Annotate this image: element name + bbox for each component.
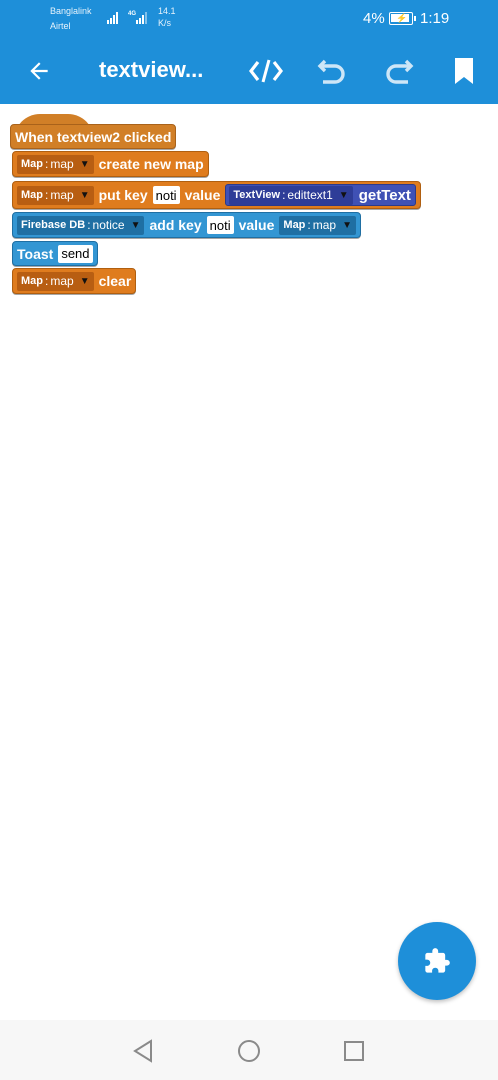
map-type-label: Map bbox=[21, 158, 43, 170]
dropdown-arrow-icon: ▼ bbox=[79, 158, 90, 170]
bookmark-button[interactable] bbox=[446, 53, 482, 89]
toast-block[interactable]: Toast send bbox=[12, 241, 98, 266]
firebase-add-key-block[interactable]: Firebase DB : notice ▼ add key noti valu… bbox=[12, 212, 361, 238]
map-var-dropdown[interactable]: Map : map ▼ bbox=[17, 154, 94, 174]
dropdown-arrow-icon: ▼ bbox=[79, 189, 90, 201]
add-block-button[interactable] bbox=[398, 922, 476, 1000]
map-value-dropdown[interactable]: Map : map ▼ bbox=[279, 215, 356, 235]
map-var-label: map bbox=[312, 218, 337, 232]
key-input[interactable]: noti bbox=[206, 216, 234, 234]
dropdown-arrow-icon: ▼ bbox=[130, 219, 141, 231]
event-label: When textview2 clicked bbox=[15, 128, 172, 145]
map-type-label: Map bbox=[283, 219, 306, 231]
dropdown-arrow-icon: ▼ bbox=[342, 219, 352, 231]
nav-recents-button[interactable] bbox=[341, 1038, 367, 1064]
back-button[interactable] bbox=[21, 53, 57, 89]
nav-recents-icon bbox=[344, 1041, 364, 1061]
bookmark-icon bbox=[455, 58, 473, 84]
key-input[interactable]: noti bbox=[152, 186, 180, 204]
map-type-label: Map bbox=[21, 189, 43, 201]
nav-home-icon bbox=[238, 1040, 260, 1062]
redo-icon bbox=[386, 59, 414, 84]
carrier-2-label: Airtel bbox=[50, 21, 71, 31]
map-clear-block[interactable]: Map : map ▼ clear bbox=[12, 268, 137, 294]
textview-var-label: edittext1 bbox=[287, 188, 333, 202]
dropdown-arrow-icon: ▼ bbox=[338, 189, 349, 201]
nav-home-button[interactable] bbox=[236, 1038, 262, 1064]
value-label: value bbox=[184, 187, 221, 203]
status-time: 1:19 bbox=[420, 10, 450, 27]
map-var-dropdown[interactable]: Map : map ▼ bbox=[17, 185, 94, 205]
undo-icon bbox=[317, 59, 345, 84]
toast-text-input[interactable]: send bbox=[58, 244, 93, 263]
firebase-dropdown[interactable]: Firebase DB : notice ▼ bbox=[17, 215, 145, 235]
code-view-button[interactable] bbox=[248, 53, 284, 89]
signal-2-icon bbox=[136, 10, 147, 24]
map-var-label: map bbox=[50, 157, 74, 171]
undo-button[interactable] bbox=[314, 53, 350, 89]
network-speed-unit: K/s bbox=[158, 18, 172, 28]
gettext-label: getText bbox=[358, 186, 411, 204]
battery-percent: 4% bbox=[363, 10, 385, 27]
map-var-dropdown[interactable]: Map : map ▼ bbox=[17, 271, 94, 291]
event-block[interactable]: When textview2 clicked bbox=[10, 124, 177, 149]
puzzle-piece-icon bbox=[425, 948, 450, 973]
carrier-1-label: Banglalink bbox=[50, 6, 92, 16]
redo-button[interactable] bbox=[381, 53, 417, 89]
create-map-label: create new map bbox=[98, 156, 204, 172]
arrow-left-icon bbox=[30, 62, 48, 80]
nav-back-button[interactable] bbox=[130, 1038, 156, 1064]
system-nav-bar bbox=[0, 1020, 498, 1080]
code-icon bbox=[249, 59, 283, 83]
value-label: value bbox=[238, 217, 275, 233]
network-speed-value: 14.1 bbox=[158, 6, 176, 16]
textview-dropdown[interactable]: TextView : edittext1 ▼ bbox=[229, 185, 353, 205]
nav-back-icon bbox=[133, 1039, 152, 1063]
toast-label: Toast bbox=[17, 245, 54, 262]
clear-label: clear bbox=[98, 273, 132, 289]
firebase-type-label: Firebase DB bbox=[21, 219, 86, 231]
textview-type-label: TextView bbox=[233, 189, 281, 201]
put-key-label: put key bbox=[98, 187, 148, 203]
page-title: textview... bbox=[99, 57, 204, 82]
textview-gettext-block[interactable]: TextView : edittext1 ▼ getText bbox=[225, 184, 416, 206]
status-bar: Banglalink Airtel 4G 14.1 K/s 4% ⚡ 1:19 bbox=[0, 0, 498, 38]
create-map-block[interactable]: Map : map ▼ create new map bbox=[12, 151, 209, 177]
battery-icon: ⚡ bbox=[389, 12, 416, 25]
dropdown-arrow-icon: ▼ bbox=[79, 275, 90, 287]
map-type-label: Map bbox=[21, 275, 43, 287]
firebase-var-label: notice bbox=[92, 218, 125, 232]
blocks-workspace[interactable]: When textview2 clicked Map : map ▼ creat… bbox=[0, 104, 498, 1020]
network-type-label: 4G bbox=[128, 11, 137, 17]
put-key-block[interactable]: Map : map ▼ put key noti value TextView … bbox=[12, 181, 421, 209]
signal-1-icon bbox=[107, 10, 118, 24]
add-key-label: add key bbox=[149, 217, 202, 233]
map-var-label: map bbox=[50, 188, 74, 202]
app-bar: textview... bbox=[0, 38, 498, 104]
map-var-label: map bbox=[50, 274, 74, 288]
